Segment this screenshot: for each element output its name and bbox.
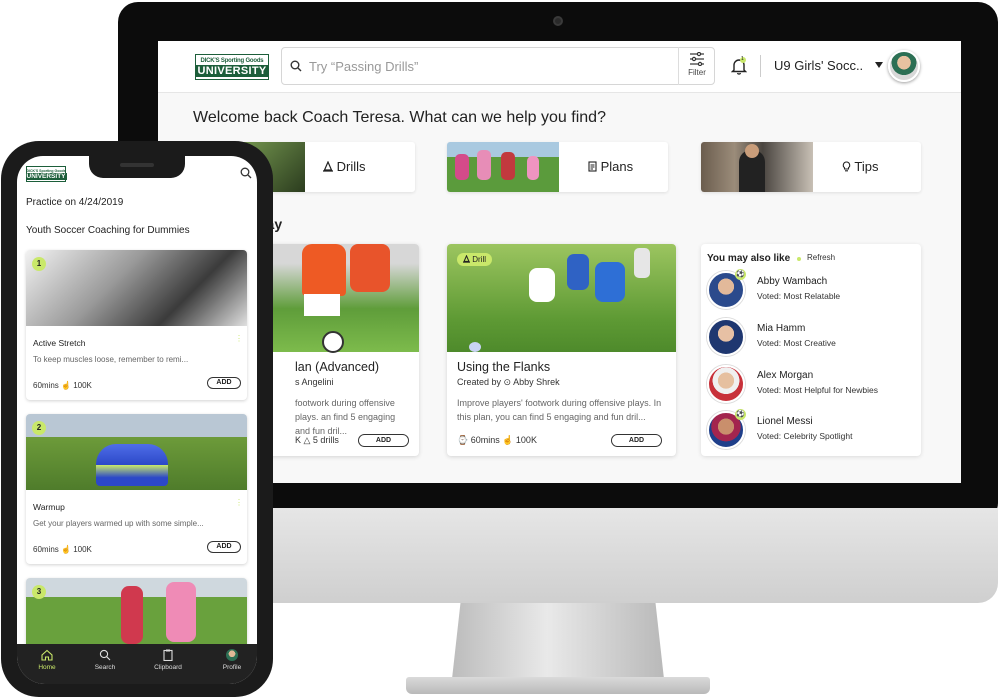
notifications-button[interactable]: 1 (730, 56, 748, 75)
plan-card[interactable]: Drill Using the Flanks Created by ⊙ Abby… (447, 244, 676, 456)
person-vote: Voted: Celebrity Spotlight (757, 431, 853, 441)
welcome-heading: Welcome back Coach Teresa. What can we h… (193, 109, 606, 126)
add-button[interactable]: ADD (358, 434, 409, 447)
item-number: 3 (32, 585, 46, 599)
practice-date: Practice on 4/24/2019 (26, 197, 124, 208)
bottom-tab-bar: Home Search Clipboard Profile (17, 644, 257, 684)
tab-clipboard[interactable]: Clipboard (143, 649, 193, 671)
item-number: 1 (32, 257, 46, 271)
person-avatar (707, 318, 745, 356)
item-title: Active Stretch (33, 338, 86, 348)
soccer-ball-icon: ⚽ (735, 269, 746, 280)
tips-image (701, 142, 813, 192)
category-plans-label: Plans (588, 159, 633, 174)
mobile-logo[interactable]: DICK'S Sporting Goods UNIVERSITY (25, 166, 67, 182)
add-button[interactable]: ADD (207, 541, 241, 553)
category-tips-label: Tips (842, 159, 878, 174)
drag-handle-icon[interactable]: ⋮ (235, 499, 243, 511)
card-meta: K △ 5 drills (295, 435, 339, 445)
card-title: lan (Advanced) (295, 360, 380, 374)
logo[interactable]: DICK'S Sporting Goods UNIVERSITY (195, 54, 269, 80)
soccer-ball-icon: ⚽ (735, 409, 746, 420)
list-item[interactable]: 2 Warmup ⋮ Get your players warmed up wi… (26, 414, 247, 564)
person-item[interactable]: ⚽ Abby Wambach Voted: Most Relatable (707, 269, 917, 311)
monitor-base (406, 677, 710, 694)
item-meta: 60mins ☝ 100K (33, 381, 92, 390)
monitor-stand (452, 603, 664, 679)
dot-separator (797, 257, 801, 261)
desktop-screen: DICK'S Sporting Goods UNIVERSITY Try “Pa… (158, 41, 961, 483)
filter-label: Filter (688, 68, 706, 77)
search-placeholder: Try “Passing Drills” (309, 59, 419, 74)
plan-title: Youth Soccer Coaching for Dummies (26, 225, 190, 236)
card-author: s Angelini (295, 377, 334, 387)
person-vote: Voted: Most Relatable (757, 291, 841, 301)
person-avatar (707, 365, 745, 403)
camera-icon (553, 16, 563, 26)
team-selector[interactable]: U9 Girls' Socc.. (774, 58, 883, 73)
refresh-link[interactable]: Refresh (807, 253, 835, 262)
category-tips[interactable]: Tips (701, 142, 921, 192)
phone-notch (89, 156, 185, 178)
notification-count: 1 (741, 56, 744, 62)
plans-image (447, 142, 559, 192)
person-name: Mia Hamm (757, 323, 806, 334)
user-avatar[interactable] (888, 50, 920, 82)
category-plans[interactable]: Plans (447, 142, 668, 192)
search-icon[interactable] (240, 167, 252, 179)
team-selector-label: U9 Girls' Socc.. (774, 58, 864, 73)
search-icon (290, 60, 302, 72)
card-author: Created by ⊙ Abby Shrek (457, 377, 560, 387)
tab-search[interactable]: Search (80, 649, 130, 671)
filter-button[interactable]: Filter (678, 47, 715, 85)
person-item[interactable]: Alex Morgan Voted: Most Helpful for Newb… (707, 365, 917, 405)
also-like-title: You may also like (707, 253, 791, 264)
tab-profile[interactable]: Profile (207, 649, 257, 671)
category-drills-label: Drills (323, 159, 366, 174)
item-title: Warmup (33, 502, 65, 512)
drag-handle-icon[interactable]: ⋮ (235, 335, 243, 347)
divider (760, 55, 761, 77)
mobile-screen: DICK'S Sporting Goods UNIVERSITY Practic… (17, 156, 257, 684)
person-vote: Voted: Most Creative (757, 338, 836, 348)
top-bar: DICK'S Sporting Goods UNIVERSITY Try “Pa… (158, 41, 961, 93)
list-item[interactable]: 1 Active Stretch ⋮ To keep muscles loose… (26, 250, 247, 400)
card-title: Using the Flanks (457, 360, 551, 374)
drill-badge: Drill (457, 253, 493, 266)
item-description: To keep muscles loose, remember to remi.… (33, 355, 189, 364)
card-meta: ⌚ 60mins ☝ 100K (457, 435, 537, 445)
tab-home[interactable]: Home (22, 649, 72, 671)
item-number: 2 (32, 421, 46, 435)
sliders-icon (690, 52, 704, 66)
lightbulb-icon (842, 161, 851, 172)
document-icon (588, 161, 597, 172)
also-like-panel: You may also like Refresh ⚽ Abby Wambach… (701, 244, 921, 456)
cone-icon (323, 160, 333, 172)
item-image (26, 250, 247, 326)
person-item[interactable]: Mia Hamm Voted: Most Creative (707, 318, 917, 358)
person-vote: Voted: Most Helpful for Newbies (757, 385, 878, 395)
person-name: Alex Morgan (757, 370, 814, 381)
item-description: Get your players warmed up with some sim… (33, 519, 204, 528)
profile-avatar-icon (226, 649, 238, 661)
cone-icon (463, 254, 470, 263)
search-input[interactable]: Try “Passing Drills” (281, 47, 715, 85)
add-button[interactable]: ADD (611, 434, 662, 447)
bell-icon (730, 57, 748, 75)
add-button[interactable]: ADD (207, 377, 241, 389)
card-description: Improve players' footwork during offensi… (457, 398, 662, 422)
caret-down-icon (874, 62, 883, 68)
person-name: Lionel Messi (757, 416, 813, 427)
clipboard-icon (163, 649, 173, 661)
item-image (26, 578, 247, 654)
person-item[interactable]: ⚽ Lionel Messi Voted: Celebrity Spotligh… (707, 409, 917, 451)
search-icon (99, 649, 111, 661)
item-image (26, 414, 247, 490)
home-icon (41, 649, 53, 661)
card-description: footwork during offensive plays. an find… (295, 398, 396, 436)
item-meta: 60mins ☝ 100K (33, 545, 92, 554)
person-name: Abby Wambach (757, 276, 828, 287)
